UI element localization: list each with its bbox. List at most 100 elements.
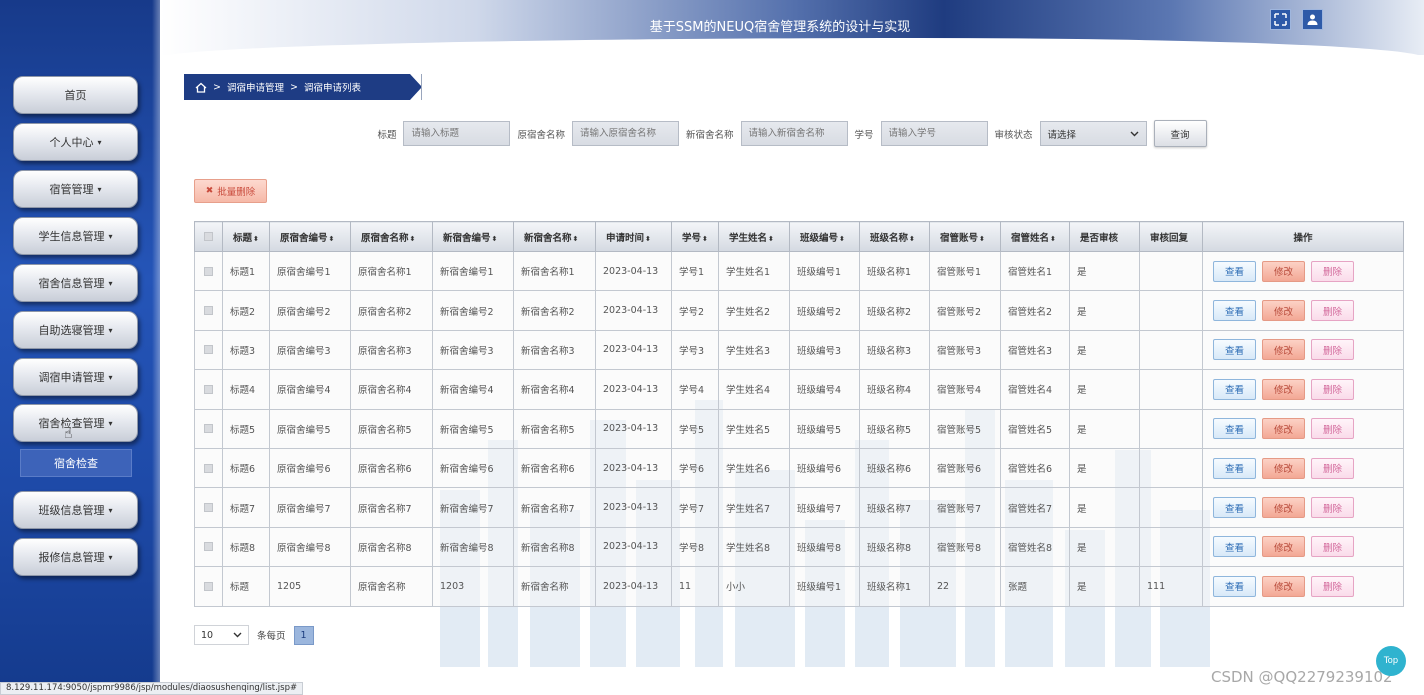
sidebar-item-self-select[interactable]: 自助选寝管理 ▾: [13, 311, 138, 349]
view-button[interactable]: 查看: [1213, 300, 1256, 322]
row-checkbox[interactable]: [204, 306, 213, 316]
table-cell: 新宿舍名称1: [513, 250, 596, 292]
delete-button[interactable]: 删除: [1311, 300, 1354, 322]
sort-icon[interactable]: ⬍: [253, 235, 259, 243]
old-dorm-name-filter-input[interactable]: [571, 121, 679, 146]
sidebar-item-home[interactable]: 首页: [13, 76, 138, 114]
column-header[interactable]: 学号⬍: [671, 221, 719, 252]
column-header[interactable]: 标题⬍: [222, 221, 270, 252]
column-header[interactable]: 宿管账号⬍: [929, 221, 1001, 252]
delete-button[interactable]: 删除: [1311, 418, 1354, 440]
edit-button[interactable]: 修改: [1262, 418, 1305, 440]
sort-icon[interactable]: ⬍: [573, 235, 579, 243]
sort-icon[interactable]: ⬍: [645, 235, 651, 243]
edit-button[interactable]: 修改: [1262, 260, 1305, 282]
delete-button[interactable]: 删除: [1311, 457, 1354, 479]
sidebar-item-repair-info[interactable]: 报修信息管理 ▾: [13, 538, 138, 576]
view-button[interactable]: 查看: [1213, 575, 1256, 597]
view-button[interactable]: 查看: [1213, 378, 1256, 400]
sort-icon[interactable]: ⬍: [839, 235, 845, 243]
student-no-filter-input[interactable]: [880, 121, 988, 146]
row-checkbox[interactable]: [204, 503, 213, 513]
actions-cell: 查看 修改 删除: [1202, 329, 1404, 371]
sidebar-item-label: 学生信息管理: [38, 230, 105, 243]
breadcrumb-level1[interactable]: 调宿申请管理: [227, 80, 284, 94]
column-header[interactable]: 原宿舍编号⬍: [269, 221, 351, 252]
table-cell: 班级编号8: [789, 526, 860, 568]
column-header[interactable]: 新宿舍编号⬍: [432, 221, 514, 252]
page-size-select[interactable]: 10: [194, 625, 249, 645]
table-cell: 2023-04-13: [595, 447, 672, 489]
delete-button[interactable]: 删除: [1311, 575, 1354, 597]
sort-icon[interactable]: ⬍: [909, 235, 915, 243]
column-header[interactable]: 原宿舍名称⬍: [350, 221, 433, 252]
new-dorm-name-filter-input[interactable]: [740, 121, 848, 146]
table-cell: 班级编号1: [789, 250, 860, 292]
column-header[interactable]: 新宿舍名称⬍: [513, 221, 596, 252]
edit-button[interactable]: 修改: [1262, 457, 1305, 479]
column-header[interactable]: 学生姓名⬍: [718, 221, 790, 252]
sort-icon[interactable]: ⬍: [979, 235, 985, 243]
edit-button[interactable]: 修改: [1262, 339, 1305, 361]
table-cell: 新宿舍名称5: [513, 408, 596, 449]
review-status-select[interactable]: 请选择: [1039, 121, 1147, 146]
row-actions: 查看 修改 删除: [1210, 339, 1403, 361]
sidebar-item-class-info[interactable]: 班级信息管理 ▾: [13, 491, 138, 529]
delete-button[interactable]: 删除: [1311, 536, 1354, 558]
column-header[interactable]: 申请时间⬍: [595, 221, 672, 252]
edit-button[interactable]: 修改: [1262, 536, 1305, 558]
view-button[interactable]: 查看: [1213, 418, 1256, 440]
sidebar-item-dorm-manager[interactable]: 宿管管理 ▾: [13, 170, 138, 208]
search-button[interactable]: 查询: [1153, 120, 1207, 147]
row-checkbox[interactable]: [204, 345, 213, 355]
view-button[interactable]: 查看: [1213, 339, 1256, 361]
sort-icon[interactable]: ⬍: [1050, 235, 1056, 243]
batch-delete-button[interactable]: ✖ 批量删除: [194, 179, 267, 203]
edit-button[interactable]: 修改: [1262, 300, 1305, 322]
table-cell: [1139, 487, 1203, 528]
edit-button[interactable]: 修改: [1262, 378, 1305, 400]
sidebar-item-dorm-info[interactable]: 宿舍信息管理 ▾: [13, 264, 138, 302]
delete-button[interactable]: 删除: [1311, 339, 1354, 361]
view-button[interactable]: 查看: [1213, 260, 1256, 282]
table-cell: 2023-04-13: [595, 250, 672, 292]
row-checkbox[interactable]: [204, 581, 213, 591]
row-checkbox[interactable]: [204, 542, 213, 552]
edit-button[interactable]: 修改: [1262, 497, 1305, 519]
view-button[interactable]: 查看: [1213, 497, 1256, 519]
row-checkbox[interactable]: [204, 384, 213, 394]
view-button[interactable]: 查看: [1213, 536, 1256, 558]
table-cell: 班级名称3: [859, 329, 930, 371]
table-cell: 原宿舍编号8: [269, 526, 351, 568]
table-cell: 新宿舍编号6: [432, 447, 514, 489]
column-header[interactable]: 宿管姓名⬍: [1000, 221, 1070, 252]
user-icon[interactable]: [1302, 9, 1323, 30]
title-filter-input[interactable]: [403, 121, 511, 146]
fullscreen-icon[interactable]: [1270, 9, 1291, 30]
row-checkbox[interactable]: [204, 266, 213, 276]
sidebar-item-student-info[interactable]: 学生信息管理 ▾: [13, 217, 138, 255]
select-all-checkbox[interactable]: [204, 232, 213, 241]
back-to-top-button[interactable]: Top: [1376, 646, 1406, 676]
row-checkbox[interactable]: [204, 463, 213, 473]
view-button[interactable]: 查看: [1213, 457, 1256, 479]
sort-icon[interactable]: ⬍: [768, 235, 774, 243]
row-checkbox[interactable]: [204, 424, 213, 434]
sidebar-item-transfer-request[interactable]: 调宿申请管理 ▾: [13, 358, 138, 396]
home-icon[interactable]: [195, 82, 207, 93]
sidebar-item-personal-center[interactable]: 个人中心 ▾: [13, 123, 138, 161]
delete-button[interactable]: 删除: [1311, 497, 1354, 519]
delete-button[interactable]: 删除: [1311, 378, 1354, 400]
hand-cursor-icon: ☝: [64, 426, 73, 442]
page-number-button[interactable]: 1: [293, 625, 314, 645]
sort-icon[interactable]: ⬍: [492, 235, 498, 243]
sort-icon[interactable]: ⬍: [410, 235, 416, 243]
column-header[interactable]: 班级名称⬍: [859, 221, 930, 252]
sidebar-subitem-dorm-inspection[interactable]: 宿舍检查: [20, 449, 132, 477]
column-header[interactable]: 班级编号⬍: [789, 221, 860, 252]
sort-icon[interactable]: ⬍: [702, 235, 708, 243]
actions-cell: 查看 修改 删除: [1202, 447, 1404, 489]
delete-button[interactable]: 删除: [1311, 260, 1354, 282]
sort-icon[interactable]: ⬍: [329, 235, 335, 243]
edit-button[interactable]: 修改: [1262, 575, 1305, 597]
